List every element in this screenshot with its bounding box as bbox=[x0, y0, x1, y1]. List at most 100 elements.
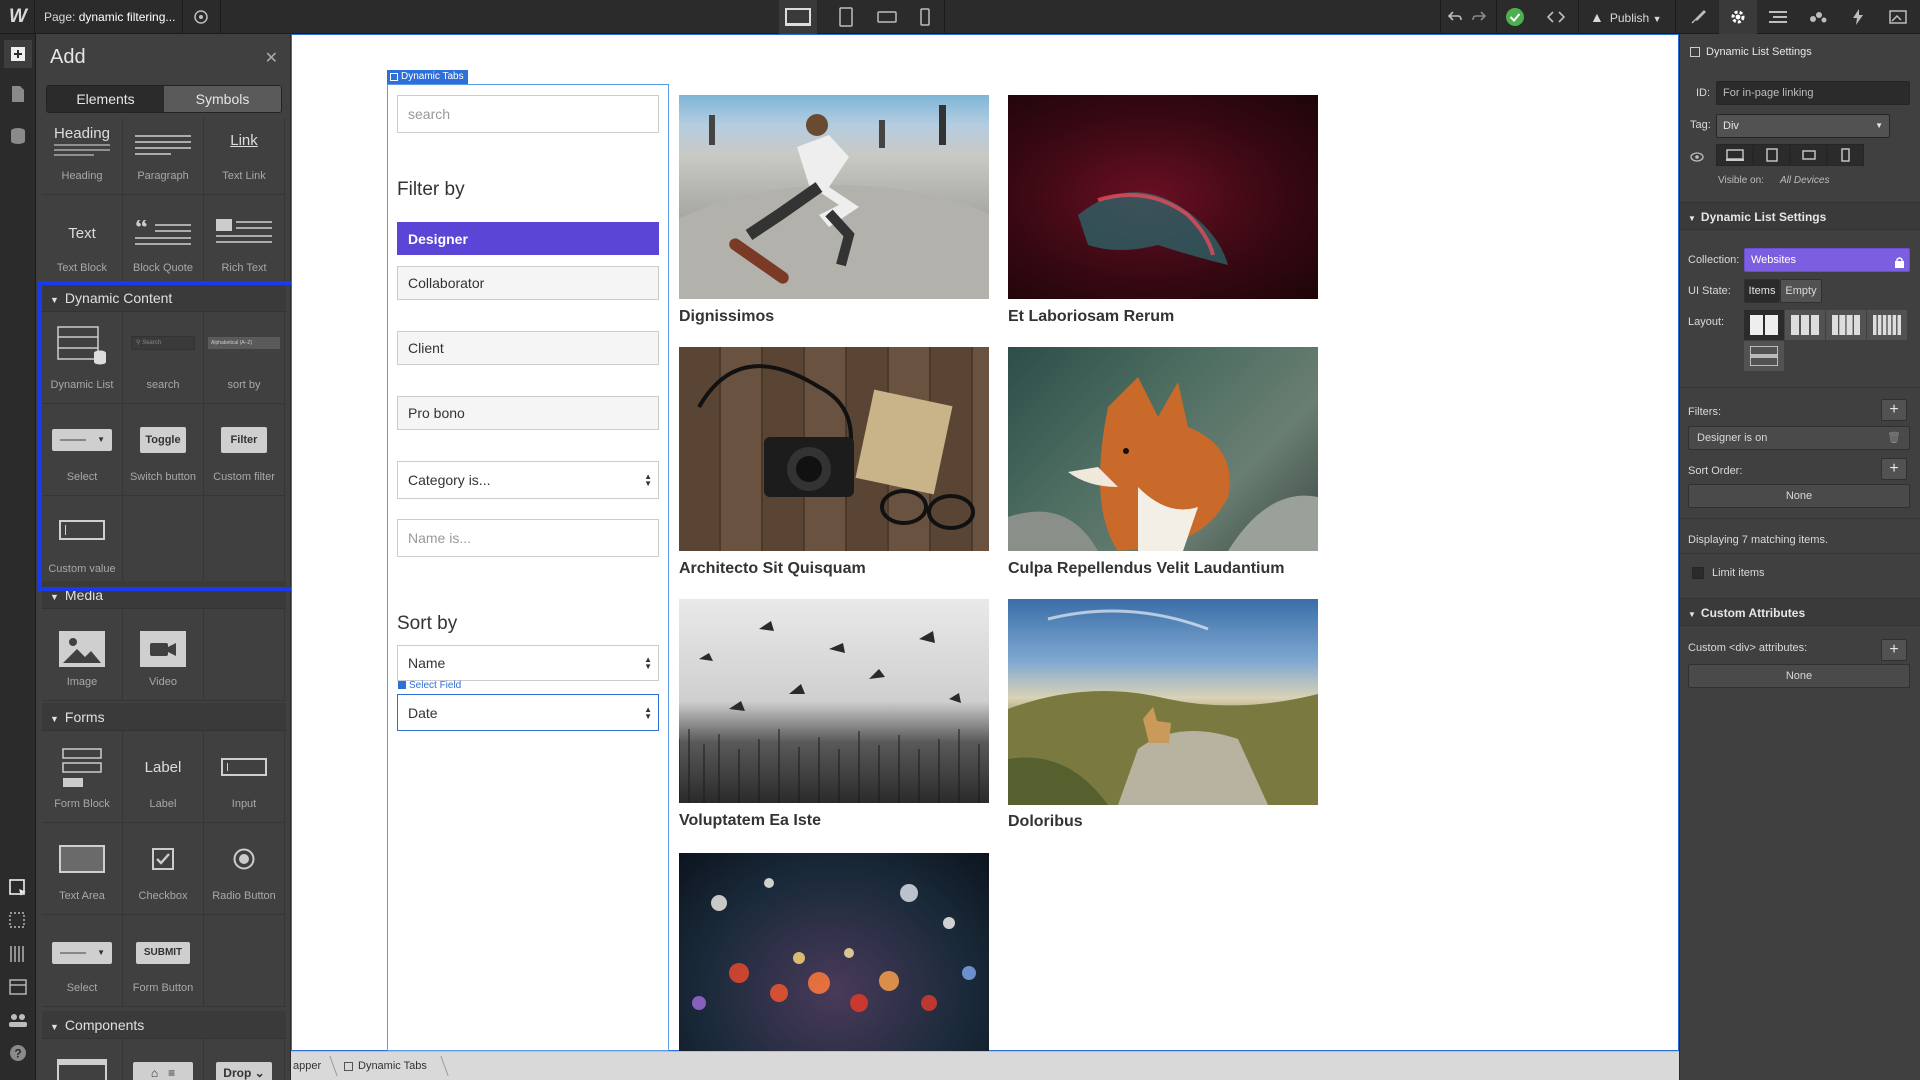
form-select-tile[interactable]: ▼ Select bbox=[42, 915, 123, 1007]
form-block-tile[interactable]: Form Block bbox=[42, 731, 123, 823]
switch-button-tile[interactable]: Toggle Switch button bbox=[123, 404, 204, 496]
custom-attributes-section-header[interactable]: ▼ Custom Attributes bbox=[1680, 598, 1920, 626]
label-tile[interactable]: Label Label bbox=[123, 731, 204, 823]
input-tile[interactable]: Input bbox=[204, 731, 285, 823]
rich-text-tile[interactable]: Rich Text bbox=[204, 195, 285, 287]
card-image-birds[interactable] bbox=[679, 599, 989, 803]
dynamic-tabs-element-tag[interactable]: Dynamic Tabs bbox=[387, 70, 468, 84]
ui-state-empty-button[interactable]: Empty bbox=[1780, 279, 1822, 303]
dropdown-component-tile[interactable]: Drop ⌄ bbox=[204, 1039, 285, 1080]
pages-icon[interactable] bbox=[4, 80, 32, 108]
layout-list-icon[interactable] bbox=[1744, 341, 1784, 371]
preview-eye-icon[interactable] bbox=[182, 0, 220, 34]
category-select[interactable]: Category is... ▲ ▼ bbox=[397, 461, 659, 499]
dynamic-list-settings-section-header[interactable]: ▼ Dynamic List Settings bbox=[1680, 202, 1920, 230]
custom-value-tile[interactable]: Custom value bbox=[42, 496, 123, 588]
filter-designer-button[interactable]: Designer bbox=[397, 222, 659, 255]
add-attribute-button[interactable]: + bbox=[1881, 639, 1907, 661]
checkbox-tile[interactable]: Checkbox bbox=[123, 823, 204, 915]
mobile-portrait-view-icon[interactable] bbox=[906, 0, 944, 34]
collaborators-icon[interactable] bbox=[4, 1006, 32, 1034]
tab-elements[interactable]: Elements bbox=[47, 86, 164, 112]
xray-icon[interactable] bbox=[4, 973, 32, 1001]
breadcrumb-item[interactable]: Dynamic Tabs bbox=[344, 1052, 427, 1080]
mobile-portrait-visibility-icon[interactable] bbox=[1827, 144, 1864, 166]
layout-3-columns-icon[interactable] bbox=[1785, 310, 1825, 340]
layout-4-columns-icon[interactable] bbox=[1826, 310, 1866, 340]
components-section-header[interactable]: ▼ Components bbox=[42, 1011, 286, 1039]
card-image-skateboarder[interactable] bbox=[679, 95, 989, 299]
settings-gear-icon[interactable] bbox=[1719, 0, 1757, 34]
filter-item[interactable]: Designer is on 🗑 bbox=[1688, 426, 1910, 450]
style-brush-icon[interactable] bbox=[1679, 0, 1717, 34]
ui-state-items-button[interactable]: Items bbox=[1744, 279, 1780, 303]
tag-select[interactable]: Div ▼ bbox=[1716, 114, 1890, 138]
tab-symbols[interactable]: Symbols bbox=[164, 86, 281, 112]
add-sort-button[interactable]: + bbox=[1881, 458, 1907, 480]
video-tile[interactable]: Video bbox=[123, 609, 204, 701]
filter-collaborator-button[interactable]: Collaborator bbox=[397, 266, 659, 300]
text-block-tile[interactable]: Text Text Block bbox=[42, 195, 123, 287]
heading-tile[interactable]: Heading Heading bbox=[42, 118, 123, 195]
sort-name-select[interactable]: Name ▲ ▼ bbox=[397, 645, 659, 681]
navigator-icon[interactable] bbox=[1759, 0, 1797, 34]
help-icon[interactable]: ? bbox=[4, 1039, 32, 1067]
card-image-camera[interactable] bbox=[679, 347, 989, 551]
style-manager-drops-icon[interactable] bbox=[1799, 0, 1837, 34]
card-image-red-hands[interactable] bbox=[1008, 95, 1318, 299]
id-input[interactable]: For in-page linking bbox=[1716, 81, 1910, 105]
container-component-tile[interactable] bbox=[42, 1039, 123, 1080]
navbar-component-tile[interactable]: ⌂ ≡ bbox=[123, 1039, 204, 1080]
card-title[interactable]: Architecto Sit Quisquam bbox=[679, 560, 866, 578]
paragraph-tile[interactable]: Paragraph bbox=[123, 118, 204, 195]
select-tile[interactable]: ▼ Select bbox=[42, 404, 123, 496]
code-export-icon[interactable] bbox=[1537, 0, 1575, 34]
publish-status-check-icon[interactable] bbox=[1496, 0, 1534, 34]
collection-select[interactable]: Websites bbox=[1744, 248, 1910, 272]
cms-database-icon[interactable] bbox=[4, 122, 32, 150]
search-input[interactable]: search bbox=[397, 95, 659, 133]
mobile-landscape-view-icon[interactable] bbox=[868, 0, 906, 34]
webflow-logo[interactable]: W bbox=[6, 5, 30, 29]
limit-items-checkbox[interactable] bbox=[1692, 567, 1704, 579]
trash-icon[interactable]: 🗑 bbox=[1887, 427, 1901, 449]
close-icon[interactable]: ✕ bbox=[265, 48, 278, 68]
form-button-tile[interactable]: SUBMIT Form Button bbox=[123, 915, 204, 1007]
sort-by-tile[interactable]: Alphabetical (A–Z) sort by bbox=[204, 312, 285, 404]
tablet-visibility-icon[interactable] bbox=[1753, 144, 1790, 166]
card-image-mountain-dog[interactable] bbox=[1008, 599, 1318, 805]
selection-preview-icon[interactable] bbox=[4, 907, 32, 935]
select-tool-icon[interactable] bbox=[4, 874, 32, 902]
card-image-fox[interactable] bbox=[1008, 347, 1318, 551]
forms-section-header[interactable]: ▼ Forms bbox=[42, 703, 286, 731]
media-section-header[interactable]: ▼ Media bbox=[42, 581, 286, 609]
desktop-view-icon[interactable] bbox=[779, 0, 817, 34]
card-title[interactable]: Dignissimos bbox=[679, 308, 774, 326]
tablet-view-icon[interactable] bbox=[827, 0, 865, 34]
page-selector[interactable]: Page: dynamic filtering... bbox=[44, 0, 175, 34]
image-tile[interactable]: Image bbox=[42, 609, 123, 701]
custom-filter-tile[interactable]: Filter Custom filter bbox=[204, 404, 285, 496]
block-quote-tile[interactable]: “ Block Quote bbox=[123, 195, 204, 287]
card-title[interactable]: Culpa Repellendus Velit Laudantium bbox=[1008, 560, 1284, 578]
desktop-visibility-icon[interactable] bbox=[1716, 144, 1753, 166]
radio-button-tile[interactable]: Radio Button bbox=[204, 823, 285, 915]
card-image-city-lights[interactable] bbox=[679, 853, 989, 1051]
layout-6-columns-icon[interactable] bbox=[1867, 310, 1907, 340]
grid-guides-icon[interactable] bbox=[4, 940, 32, 968]
add-filter-button[interactable]: + bbox=[1881, 399, 1907, 421]
name-input[interactable]: Name is... bbox=[397, 519, 659, 557]
filter-client-button[interactable]: Client bbox=[397, 331, 659, 365]
redo-icon[interactable] bbox=[1464, 0, 1494, 34]
assets-icon[interactable] bbox=[1879, 0, 1917, 34]
text-area-tile[interactable]: Text Area bbox=[42, 823, 123, 915]
dynamic-content-section-header[interactable]: ▼ Dynamic Content bbox=[42, 284, 286, 312]
card-title[interactable]: Doloribus bbox=[1008, 813, 1083, 831]
text-link-tile[interactable]: Link Text Link bbox=[204, 118, 285, 195]
layout-2-columns-icon[interactable] bbox=[1744, 310, 1784, 340]
filter-pro-bono-button[interactable]: Pro bono bbox=[397, 396, 659, 430]
publish-button[interactable]: ▲ Publish ▼ bbox=[1590, 0, 1661, 34]
mobile-landscape-visibility-icon[interactable] bbox=[1790, 144, 1827, 166]
dynamic-list-tile[interactable]: Dynamic List bbox=[42, 312, 123, 404]
search-tile[interactable]: ⚲ Search search bbox=[123, 312, 204, 404]
